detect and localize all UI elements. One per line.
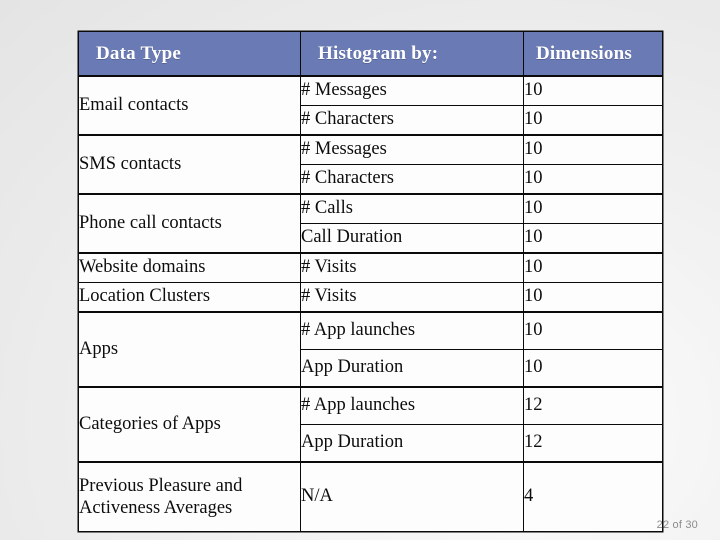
- cell-data-type: Website domains: [78, 252, 301, 283]
- column-header-data-type: Data Type: [78, 31, 301, 77]
- cell-dimensions: 10: [523, 134, 663, 165]
- cell-dimensions: 10: [523, 282, 663, 313]
- slide-canvas: Data Type Histogram by: Dimensions Email…: [0, 0, 720, 540]
- table-row: Email contacts # Messages 10: [78, 75, 663, 136]
- cell-histogram-by: # App launches: [300, 386, 524, 425]
- cell-histogram-by: # Calls: [300, 193, 524, 224]
- cell-data-type: Phone call contacts: [78, 193, 301, 254]
- table-header-row: Data Type Histogram by: Dimensions: [78, 31, 663, 77]
- cell-dimensions: 10: [523, 311, 663, 350]
- cell-dimensions: 4: [523, 461, 663, 532]
- cell-histogram-by: # Messages: [300, 134, 524, 165]
- cell-data-type: Previous Pleasure and Activeness Average…: [78, 461, 301, 532]
- cell-dimensions: 10: [523, 223, 663, 254]
- table-header: Data Type Histogram by: Dimensions: [78, 31, 663, 77]
- cell-data-type-line-2: Activeness Averages: [79, 498, 233, 518]
- cell-histogram-by: # Characters: [300, 105, 524, 136]
- table-row: Apps # App launches 10: [78, 311, 663, 388]
- cell-data-type: Apps: [78, 311, 301, 388]
- cell-histogram-by: App Duration: [300, 424, 524, 463]
- column-header-histogram-by: Histogram by:: [300, 31, 524, 77]
- cell-histogram-by: # Visits: [300, 252, 524, 283]
- cell-dimensions: 10: [523, 252, 663, 283]
- cell-dimensions: 12: [523, 424, 663, 463]
- column-header-dimensions: Dimensions: [523, 31, 663, 77]
- cell-histogram-by: # Visits: [300, 282, 524, 313]
- cell-histogram-by: N/A: [300, 461, 524, 532]
- cell-histogram-by: App Duration: [300, 349, 524, 388]
- cell-dimensions: 10: [523, 164, 663, 195]
- table-body: Email contacts # Messages 10 # Character…: [78, 75, 663, 532]
- table-row: Location Clusters # Visits 10: [78, 282, 663, 313]
- cell-data-type: Location Clusters: [78, 282, 301, 313]
- cell-data-type: Categories of Apps: [78, 386, 301, 463]
- table-row: Previous Pleasure and Activeness Average…: [78, 461, 663, 532]
- cell-histogram-by: # App launches: [300, 311, 524, 350]
- cell-data-type: Email contacts: [78, 75, 301, 136]
- cell-histogram-by: Call Duration: [300, 223, 524, 254]
- cell-dimensions: 10: [523, 193, 663, 224]
- cell-data-type: SMS contacts: [78, 134, 301, 195]
- table-row: Categories of Apps # App launches 12: [78, 386, 663, 463]
- cell-dimensions: 12: [523, 386, 663, 425]
- table-row: Website domains # Visits 10: [78, 252, 663, 283]
- cell-dimensions: 10: [523, 105, 663, 136]
- cell-histogram-by: # Messages: [300, 75, 524, 106]
- cell-histogram-by: # Characters: [300, 164, 524, 195]
- cell-dimensions: 10: [523, 349, 663, 388]
- table-row: Phone call contacts # Calls 10: [78, 193, 663, 254]
- cell-dimensions: 10: [523, 75, 663, 106]
- cell-data-type-line-1: Previous Pleasure and: [79, 475, 243, 496]
- data-type-histogram-table: Data Type Histogram by: Dimensions Email…: [78, 31, 663, 532]
- page-number-label: 22 of 30: [656, 519, 698, 531]
- table-row: SMS contacts # Messages 10: [78, 134, 663, 195]
